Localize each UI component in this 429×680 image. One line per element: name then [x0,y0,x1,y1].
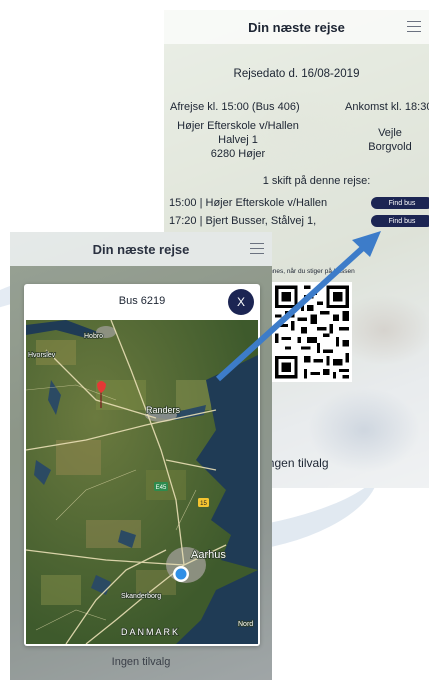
leg-text: 17:20 | Bjert Busser, Stålvej 1, [169,215,317,227]
composite-screenshot: Din næste rejse Rejsedato d. 16/08-2019 … [0,0,429,680]
map-label-hvorslev: Hvorslev [28,352,56,359]
app-header: Din næste rejse [164,10,429,44]
qr-code-graphic [272,282,352,382]
close-button[interactable]: X [228,289,254,315]
from-address-line: Højer Efterskole v/Hallen [177,120,299,132]
travel-date: Rejsedato d. 16/08-2019 [233,68,360,80]
bus-location-modal: Bus 6219 X E45 15 Hobro Hvorslev Randers… [24,284,260,646]
to-address-line: Borgvold [368,141,412,153]
map-label-skanderborg: Skanderborg [121,593,161,600]
map-label-hobro: Hobro [84,333,103,340]
departure-time: Afrejse kl. 15:00 (Bus 406) [170,101,300,113]
scan-note: skannes, når du stiger på bussen [259,268,355,275]
bus-map-screen: Din næste rejse Ingen tilvalg Bus 6219 X [10,232,272,680]
addons-label: Ingen tilvalg [111,656,171,668]
to-address-line: Vejle [378,127,402,139]
route-shield-15-label: 15 [200,501,207,507]
from-address-line: Halvej 1 [218,134,258,146]
map-label-danmark: DANMARK [121,627,180,637]
arrival-time: Ankomst kl. 18:30 [345,101,429,113]
map-label-aarhus: Aarhus [191,549,226,561]
modal-header: Bus 6219 [24,284,260,318]
modal-title: Bus 6219 [118,295,166,307]
transfer-note: 1 skift på denne rejse: [262,175,371,187]
page-title: Din næste rejse [248,19,345,35]
ticket-qr-code [272,282,352,382]
map-label-nord: Nord [238,621,253,628]
map-label-randers: Randers [146,405,181,415]
hamburger-menu-icon[interactable] [250,243,264,254]
app-header: Din næste rejse [10,232,272,266]
find-bus-button[interactable]: Find bus [371,197,429,209]
from-address-line: 6280 Højer [210,148,266,160]
page-title: Din næste rejse [92,241,190,257]
leg-text: 15:00 | Højer Efterskole v/Hallen [169,197,328,209]
hamburger-menu-icon[interactable] [407,21,421,32]
map-graphic: E45 15 Hobro Hvorslev Randers Aarhus Ska… [26,320,258,644]
satellite-map[interactable]: E45 15 Hobro Hvorslev Randers Aarhus Ska… [26,320,258,644]
find-bus-button[interactable]: Find bus [371,215,429,227]
route-shield-e45-label: E45 [156,485,167,491]
current-location-icon [173,566,189,582]
